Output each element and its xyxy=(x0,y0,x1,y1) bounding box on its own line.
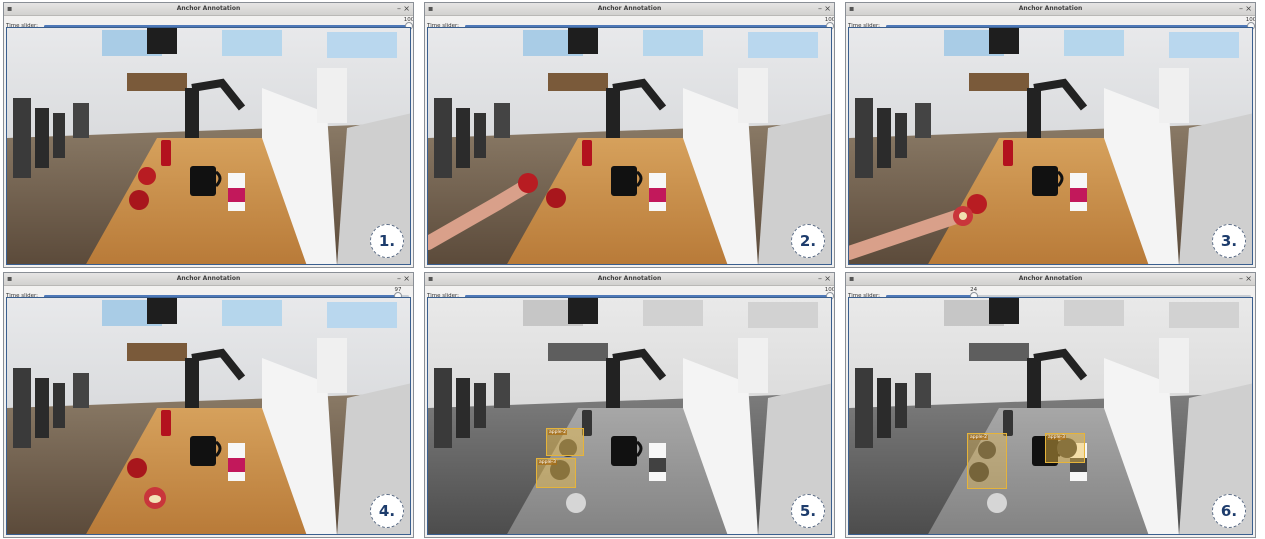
annotation-label: apple-2 xyxy=(969,435,988,440)
close-icon[interactable]: × xyxy=(824,3,831,14)
annotation-label: apple-3 xyxy=(538,460,557,465)
window-title: Anchor Annotation xyxy=(1018,5,1083,12)
annotation-window-4: ▪ Anchor Annotation – × Time slider: 97 … xyxy=(3,272,414,538)
minimize-icon[interactable]: – xyxy=(1239,3,1243,14)
window-titlebar[interactable]: ▪ Anchor Annotation – × xyxy=(4,3,413,16)
close-icon[interactable]: × xyxy=(403,3,410,14)
step-badge: 5. xyxy=(791,494,825,528)
annotation-box[interactable]: apple-3 xyxy=(1045,433,1085,463)
window-title: Anchor Annotation xyxy=(597,5,662,12)
close-icon[interactable]: × xyxy=(1245,3,1252,14)
window-titlebar[interactable]: ▪ Anchor Annotation – × xyxy=(425,3,834,16)
minimize-icon[interactable]: – xyxy=(818,3,822,14)
camera-view[interactable]: apple-2 apple-3 6. xyxy=(848,297,1253,535)
window-titlebar[interactable]: ▪ Anchor Annotation – × xyxy=(846,3,1255,16)
window-titlebar[interactable]: ▪ Anchor Annotation – × xyxy=(846,273,1255,286)
step-badge: 6. xyxy=(1212,494,1246,528)
annotation-window-6: ▪ Anchor Annotation – × Time slider: 24 … xyxy=(845,272,1256,538)
camera-view[interactable]: 4. xyxy=(6,297,411,535)
camera-view[interactable]: 3. xyxy=(848,27,1253,265)
window-title: Anchor Annotation xyxy=(176,275,241,282)
window-title: Anchor Annotation xyxy=(1018,275,1083,282)
step-badge: 1. xyxy=(370,224,404,258)
annotation-label: apple-3 xyxy=(1047,435,1066,440)
window-title: Anchor Annotation xyxy=(597,275,662,282)
camera-view[interactable]: apple-2 apple-3 5. xyxy=(427,297,832,535)
minimize-icon[interactable]: – xyxy=(397,273,401,284)
close-icon[interactable]: × xyxy=(403,273,410,284)
minimize-icon[interactable]: – xyxy=(1239,273,1243,284)
step-badge: 2. xyxy=(791,224,825,258)
window-titlebar[interactable]: ▪ Anchor Annotation – × xyxy=(4,273,413,286)
close-icon[interactable]: × xyxy=(1245,273,1252,284)
step-badge: 3. xyxy=(1212,224,1246,258)
annotation-window-3: ▪ Anchor Annotation – × Time slider: 100… xyxy=(845,2,1256,268)
annotation-window-5: ▪ Anchor Annotation – × Time slider: 100… xyxy=(424,272,835,538)
window-title: Anchor Annotation xyxy=(176,5,241,12)
annotation-box[interactable]: apple-2 xyxy=(546,428,584,456)
annotation-window-2: ▪ Anchor Annotation – × Time slider: 100… xyxy=(424,2,835,268)
close-icon[interactable]: × xyxy=(824,273,831,284)
camera-view[interactable]: 2. xyxy=(427,27,832,265)
window-titlebar[interactable]: ▪ Anchor Annotation – × xyxy=(425,273,834,286)
step-badge: 4. xyxy=(370,494,404,528)
annotation-box[interactable]: apple-2 xyxy=(967,433,1007,489)
annotation-label: apple-2 xyxy=(548,430,567,435)
minimize-icon[interactable]: – xyxy=(397,3,401,14)
annotation-window-1: ▪ Anchor Annotation – × Time slider: 100… xyxy=(3,2,414,268)
annotation-box[interactable]: apple-3 xyxy=(536,458,576,488)
camera-view[interactable]: 1. xyxy=(6,27,411,265)
minimize-icon[interactable]: – xyxy=(818,273,822,284)
